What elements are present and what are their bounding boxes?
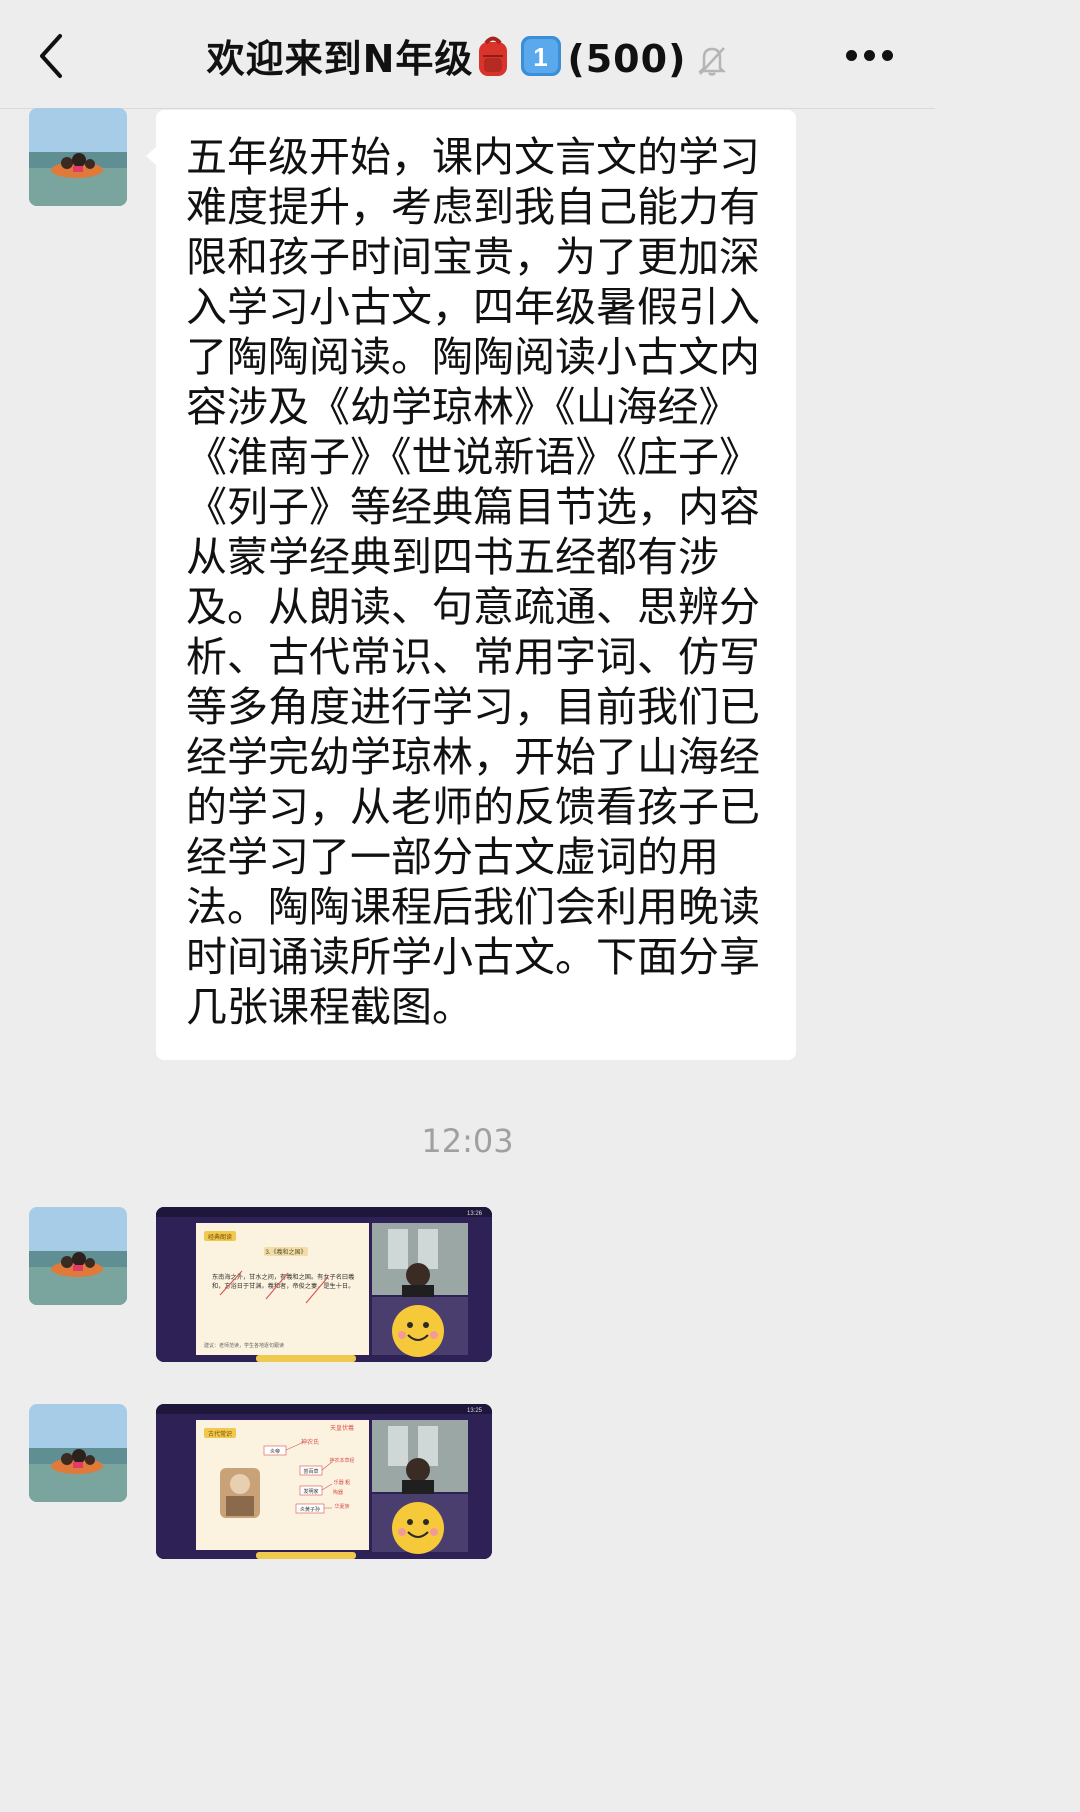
- diagram-node: 华夏族: [334, 1503, 349, 1510]
- diagram-node: 天皇伏羲: [330, 1424, 354, 1432]
- more-dot-icon: [846, 50, 857, 61]
- more-dot-icon: [882, 50, 893, 61]
- message-timestamp: 12:03: [421, 1122, 514, 1160]
- image-message[interactable]: 13:25 古代常识 天皇伏羲 神农氏 炎帝 尝百草 神农本草经 发明家 乐器 …: [156, 1404, 492, 1559]
- chat-title-text: 欢迎来到N年级: [206, 37, 474, 81]
- diagram-node: 炎黄子孙: [300, 1506, 320, 1513]
- diagram-node: 炎帝: [270, 1448, 280, 1455]
- avatar[interactable]: [29, 108, 127, 206]
- diagram-node: 尝百草: [303, 1468, 318, 1475]
- keycap-digit: 1: [534, 42, 549, 72]
- bubble-tail: [146, 146, 157, 166]
- diagram-node: 神农本草经: [329, 1457, 354, 1464]
- avatar[interactable]: [29, 1404, 127, 1502]
- status-time: 13:25: [467, 1408, 483, 1414]
- diagram-node: 乐器 耜: [334, 1479, 350, 1486]
- slide-tag: 经典朗读: [208, 1233, 232, 1241]
- slide-tag: 古代常识: [208, 1430, 232, 1438]
- diagram-node: 发明家: [303, 1488, 318, 1495]
- member-count: (500): [567, 37, 687, 81]
- diagram-node: 陶器: [333, 1489, 343, 1496]
- chat-header: 欢迎来到N年级 1 (500): [0, 0, 935, 109]
- more-button[interactable]: [840, 44, 900, 68]
- message-bubble[interactable]: 五年级开始，课内文言文的学习难度提升，考虑到我自己能力有限和孩子时间宝贵，为了更…: [146, 110, 796, 1060]
- mute-bell-icon: [696, 42, 728, 87]
- slide-title: 3.《羲和之国》: [265, 1248, 306, 1256]
- backpack-icon: [473, 34, 513, 87]
- avatar[interactable]: [29, 1207, 127, 1305]
- more-dot-icon: [864, 50, 875, 61]
- slide-footer: 建议：老师范读，学生各地逐句跟读: [204, 1342, 284, 1349]
- message-text: 五年级开始，课内文言文的学习难度提升，考虑到我自己能力有限和孩子时间宝贵，为了更…: [186, 133, 760, 1031]
- image-message[interactable]: 13:26 经典朗读 3.《羲和之国》 东南海之外，甘水之间，有羲和之国。有女子…: [156, 1207, 492, 1362]
- chat-title: 欢迎来到N年级 1 (500): [0, 28, 935, 87]
- status-time: 13:26: [467, 1211, 483, 1217]
- keycap-digit-icon: 1: [519, 34, 563, 87]
- slide-body: 东南海之外，甘水之间，有羲和之国。有女子名曰羲和，方浴日于甘渊。羲和者，帝俊之妻…: [212, 1274, 355, 1290]
